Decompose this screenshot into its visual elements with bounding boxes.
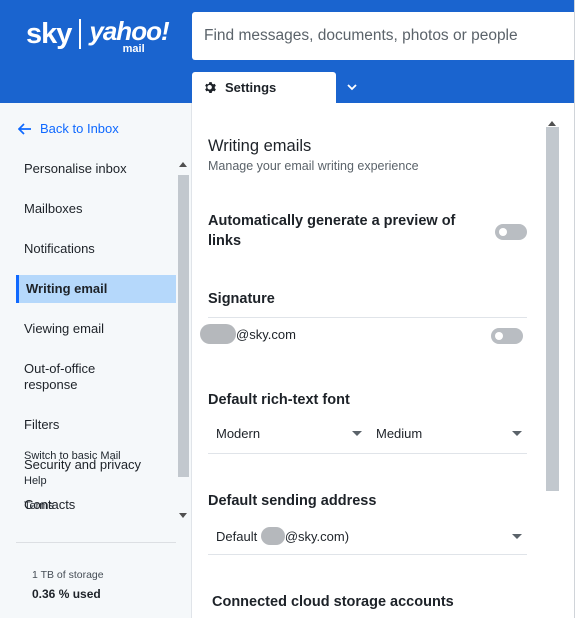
signature-title: Signature — [208, 291, 275, 307]
signature-divider — [208, 317, 527, 318]
toggle-knob — [499, 228, 507, 236]
font-family-select[interactable]: Modern — [216, 426, 362, 441]
logo-yahoo-text: yahoo! — [89, 16, 169, 46]
back-to-inbox-label: Back to Inbox — [40, 121, 119, 136]
switch-to-basic-mail-link[interactable]: Switch to basic Mail — [24, 449, 174, 463]
sidebar-item-personalise-inbox[interactable]: Personalise inbox — [16, 155, 176, 183]
cloud-storage-title: Connected cloud storage accounts — [212, 594, 454, 610]
back-to-inbox-link[interactable]: Back to Inbox — [18, 121, 119, 136]
redacted-username — [200, 324, 236, 344]
help-link[interactable]: Help — [24, 474, 174, 488]
scroll-up-arrow-icon[interactable] — [179, 162, 187, 167]
storage-info: 1 TB of storage 0.36 % used — [32, 569, 104, 601]
page-title: Writing emails — [208, 137, 312, 155]
sending-select-underline — [208, 554, 527, 555]
page-subtitle: Manage your email writing experience — [208, 159, 419, 173]
terms-link[interactable]: Terms — [24, 499, 174, 513]
sending-address-prefix: Default — [216, 528, 261, 544]
logo-separator — [79, 19, 82, 49]
redacted-username — [260, 527, 285, 545]
font-size-value: Medium — [376, 426, 423, 441]
sending-address-suffix: @sky.com) — [284, 528, 350, 544]
sidebar-item-viewing-email[interactable]: Viewing email — [16, 315, 176, 343]
tab-settings[interactable]: Settings — [192, 72, 336, 103]
signature-account-row: @sky.com — [200, 324, 296, 344]
search-bar[interactable] — [192, 12, 575, 60]
font-size-select[interactable]: Medium — [376, 426, 522, 441]
sidebar-item-out-of-office[interactable]: Out-of-office response — [16, 355, 126, 399]
gear-icon — [204, 81, 217, 94]
search-input[interactable] — [204, 27, 575, 45]
arrow-left-icon — [18, 122, 31, 135]
scroll-down-arrow-icon[interactable] — [179, 513, 187, 518]
sending-address-select[interactable]: Default @sky.com) — [216, 527, 522, 545]
font-family-value: Modern — [216, 426, 261, 441]
settings-sidebar: Back to Inbox Personalise inbox Mailboxe… — [0, 103, 191, 618]
signature-toggle[interactable] — [491, 328, 523, 344]
font-select-underline — [208, 453, 527, 454]
caret-down-icon — [512, 431, 522, 436]
sending-address-value: Default @sky.com) — [216, 527, 349, 545]
preview-links-title: Automatically generate a preview of link… — [208, 213, 456, 249]
sidebar-item-notifications[interactable]: Notifications — [16, 235, 176, 263]
rich-text-font-title: Default rich-text font — [208, 392, 350, 408]
sky-yahoo-mail-logo[interactable]: sky yahoo! mail — [26, 16, 170, 56]
tab-dropdown-button[interactable] — [336, 72, 368, 103]
chevron-down-icon — [347, 84, 357, 91]
sidebar-item-writing-email[interactable]: Writing email — [16, 275, 176, 303]
storage-used: 0.36 % used — [32, 587, 101, 601]
tab-settings-label: Settings — [225, 80, 277, 95]
logo-mail-text: mail — [122, 43, 145, 55]
logo-yahoo-group: yahoo! mail — [89, 16, 169, 55]
sidebar-divider — [16, 542, 176, 543]
sidebar-item-mailboxes[interactable]: Mailboxes — [16, 195, 176, 223]
caret-down-icon — [352, 431, 362, 436]
caret-down-icon — [512, 533, 522, 539]
storage-label: 1 TB of storage — [32, 569, 104, 581]
signature-email-suffix: @sky.com — [236, 326, 296, 342]
sending-address-title: Default sending address — [208, 493, 377, 509]
preview-links-toggle[interactable] — [495, 224, 527, 240]
sidebar-item-filters[interactable]: Filters — [16, 411, 176, 439]
scroll-up-arrow-icon[interactable] — [548, 121, 556, 126]
main-scrollbar-thumb[interactable] — [546, 127, 559, 491]
logo-sky-text: sky — [26, 18, 72, 50]
toggle-knob — [495, 332, 503, 340]
settings-main-panel: Writing emails Manage your email writing… — [192, 103, 575, 618]
sidebar-scrollbar-thumb[interactable] — [178, 175, 189, 477]
